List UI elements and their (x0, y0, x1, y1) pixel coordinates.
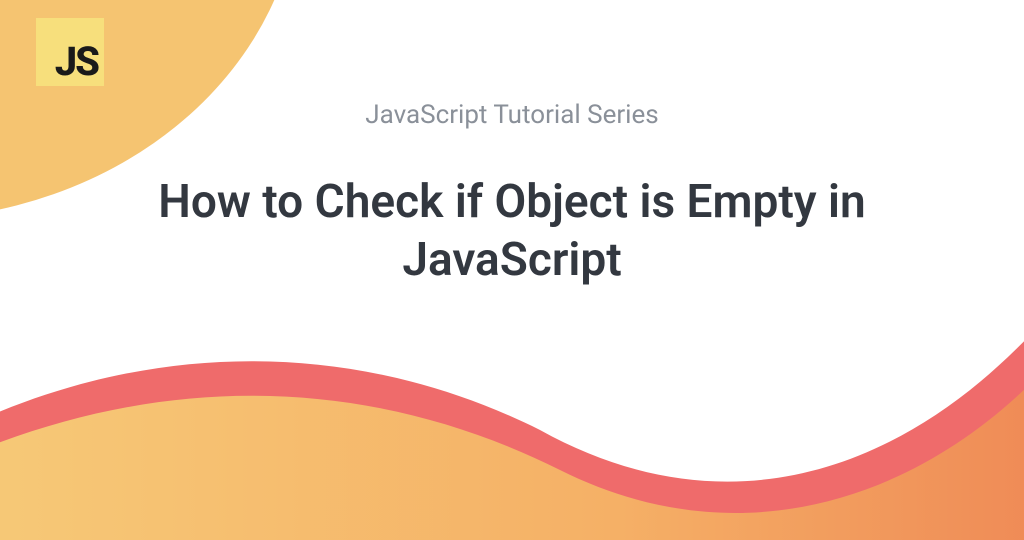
series-subtitle: JavaScript Tutorial Series (60, 100, 964, 130)
js-logo-text: JS (55, 42, 98, 82)
wave-decoration-front (0, 300, 1024, 540)
page-title: How to Check if Object is Empty in JavaS… (72, 174, 952, 289)
js-logo: JS (36, 18, 104, 86)
content-area: JavaScript Tutorial Series How to Check … (0, 100, 1024, 289)
